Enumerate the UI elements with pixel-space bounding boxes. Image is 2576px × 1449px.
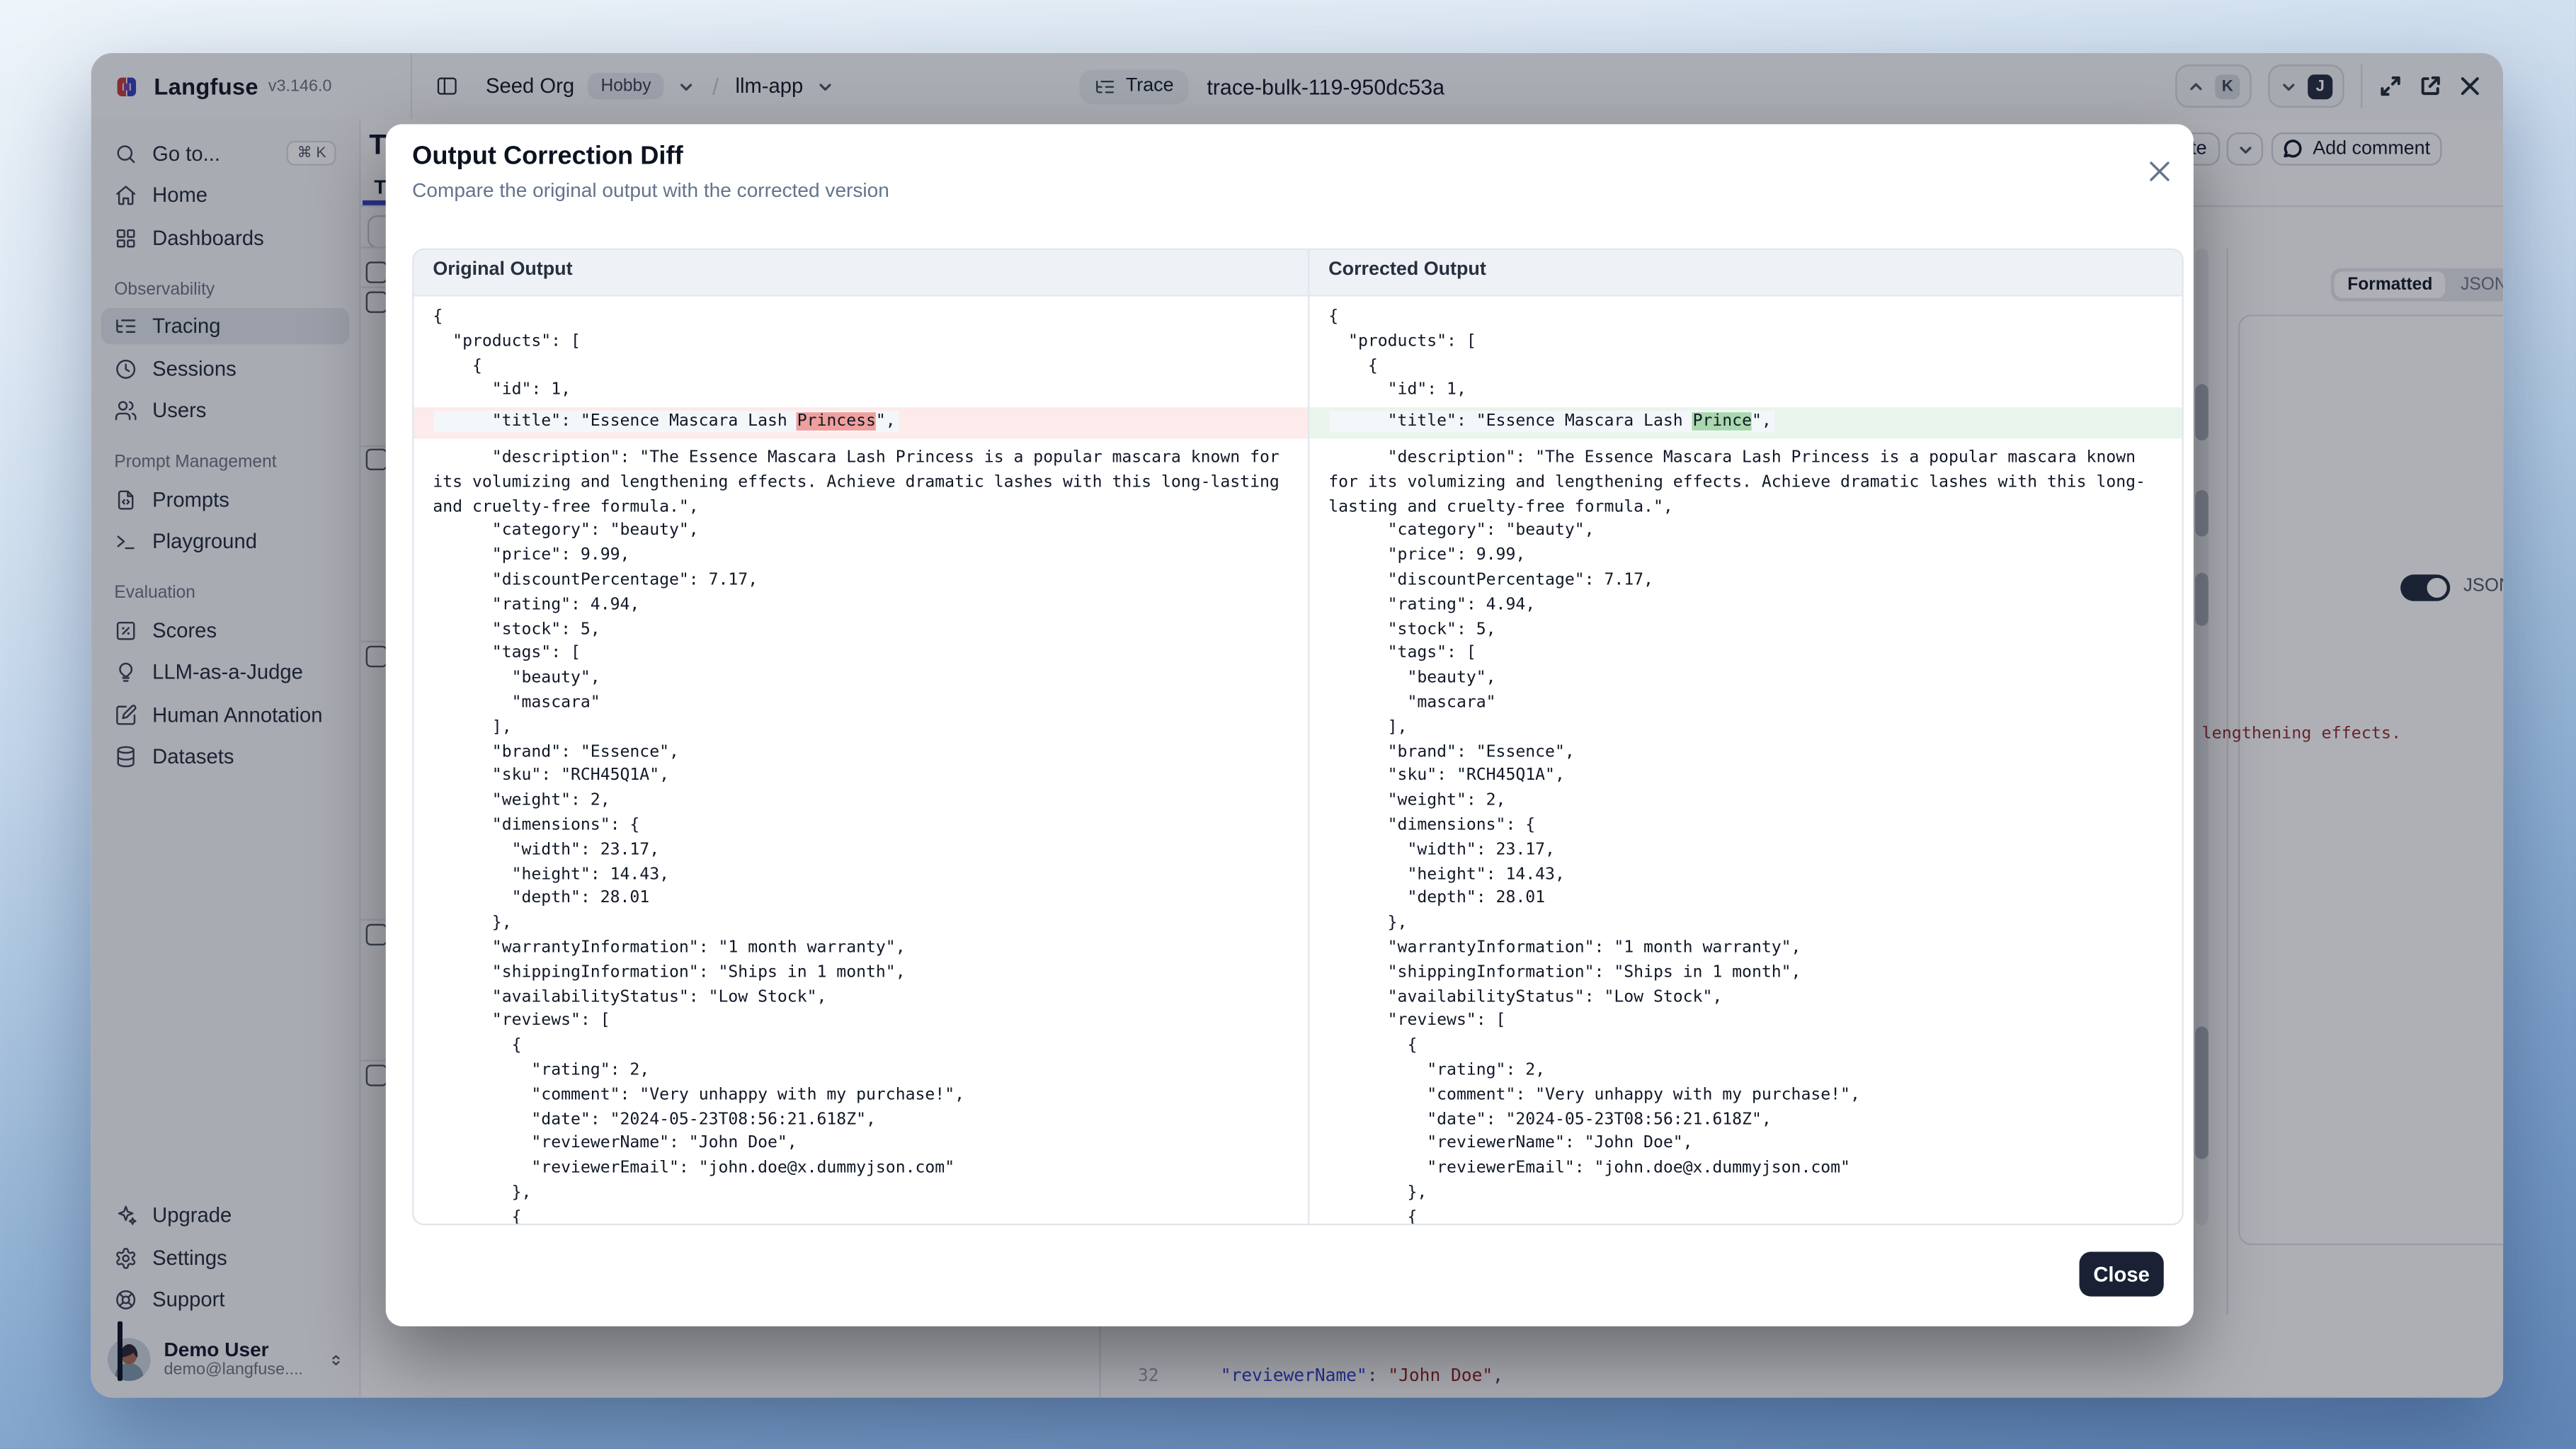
original-json-post: "description": "The Essence Mascara Lash…: [413, 447, 1307, 1225]
original-output-header: Original Output: [413, 250, 1307, 295]
added-word: Prince: [1693, 413, 1752, 431]
diff-header-row: Original Output Corrected Output: [413, 250, 2181, 296]
removed-line: "title": "Essence Mascara Lash Princess"…: [413, 408, 1307, 439]
diff-body: { "products": [ { "id": 1, "title": "Ess…: [413, 297, 2181, 1226]
corrected-output-header: Corrected Output: [1307, 250, 2181, 295]
screen: Langfuse v3.146.0 Seed Org Hobby / llm-a…: [0, 0, 2576, 1449]
modal-subtitle: Compare the original output with the cor…: [412, 179, 889, 203]
added-line: "title": "Essence Mascara Lash Prince",: [1309, 408, 2181, 439]
modal-title: Output Correction Diff: [412, 142, 683, 172]
close-button[interactable]: Close: [2080, 1252, 2164, 1297]
output-correction-diff-modal: Output Correction Diff Compare the origi…: [386, 124, 2194, 1326]
diff-viewer: Original Output Corrected Output { "prod…: [411, 249, 2183, 1225]
original-output-column[interactable]: { "products": [ { "id": 1, "title": "Ess…: [413, 297, 1307, 1226]
modal-close-icon[interactable]: [2149, 161, 2170, 182]
corrected-json-pre: { "products": [ { "id": 1,: [1309, 307, 2181, 404]
original-json-pre: { "products": [ { "id": 1,: [413, 307, 1307, 404]
corrected-json-post: "description": "The Essence Mascara Lash…: [1309, 447, 2181, 1225]
corrected-output-column[interactable]: { "products": [ { "id": 1, "title": "Ess…: [1307, 297, 2181, 1226]
removed-word: Princess: [797, 413, 876, 431]
